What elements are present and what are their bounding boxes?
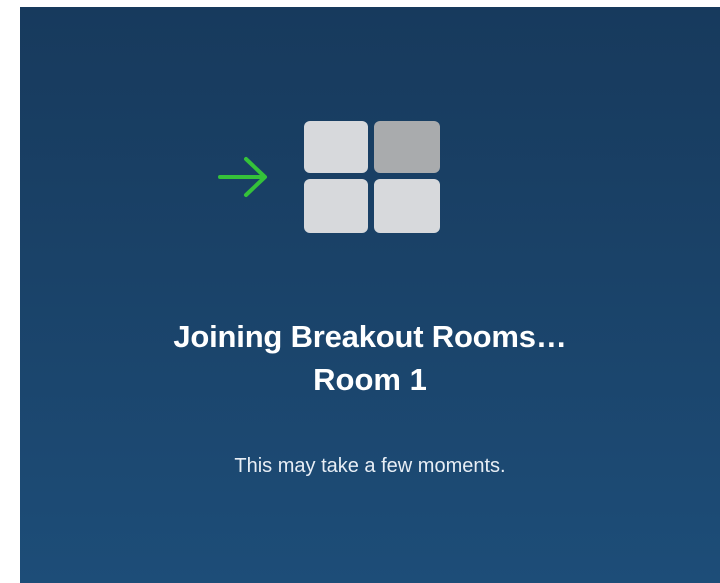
room-tile-bottom-right <box>374 179 440 233</box>
room-tile-top-left <box>304 121 368 173</box>
breakout-rooms-grid-icon <box>304 121 440 233</box>
room-name: Room 1 <box>313 362 427 397</box>
room-tile-bottom-left <box>304 179 368 233</box>
arrow-right-icon <box>218 157 267 197</box>
breakout-joining-screen: Joining Breakout Rooms… Room 1 This may … <box>20 7 720 583</box>
joining-title: Joining Breakout Rooms… <box>173 319 567 354</box>
wait-message: This may take a few moments. <box>234 455 506 477</box>
room-tile-top-right <box>374 121 440 173</box>
